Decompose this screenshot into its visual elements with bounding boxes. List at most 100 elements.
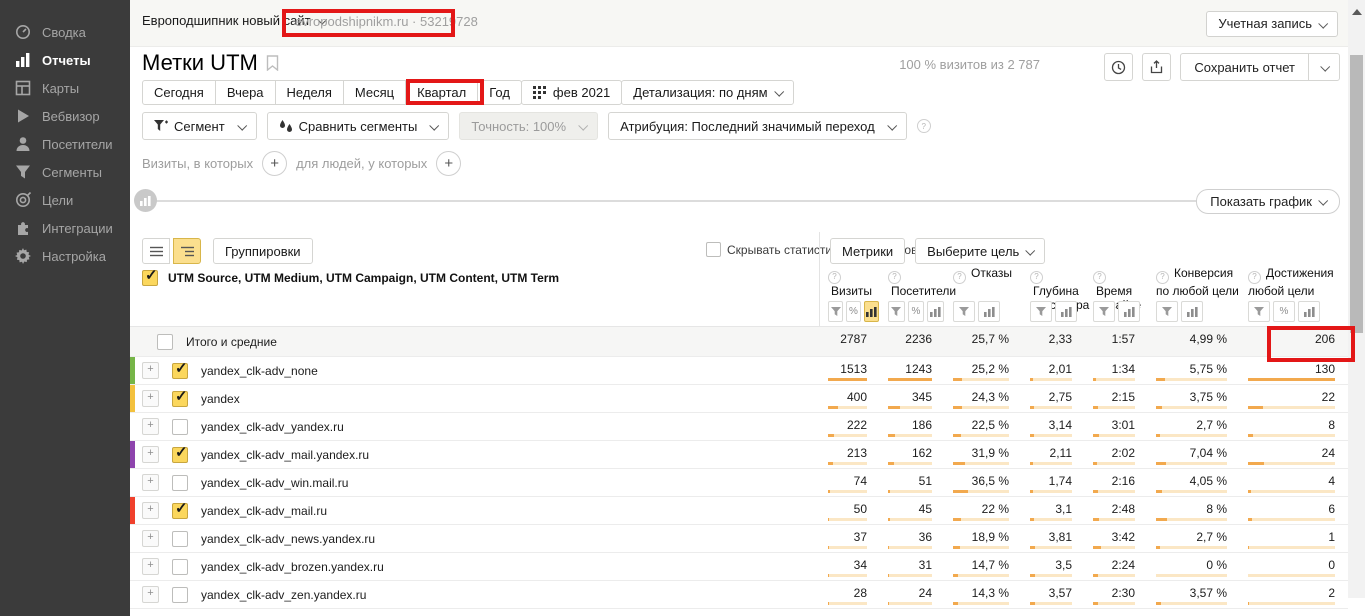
sidebar-item-dashboard[interactable]: Сводка	[0, 18, 130, 46]
row-checkbox[interactable]	[172, 363, 188, 379]
sidebar-item-goals[interactable]: Цели	[0, 186, 130, 214]
filter-tool-icon[interactable]	[828, 301, 843, 322]
period-button-4[interactable]: Месяц	[343, 80, 406, 105]
row-checkbox[interactable]	[172, 419, 188, 435]
chevron-down-icon	[774, 87, 784, 97]
expand-row-button[interactable]: +	[142, 418, 159, 435]
accuracy-button[interactable]: Точность: 100%	[459, 112, 598, 140]
filter-tool-icon[interactable]	[953, 301, 975, 322]
hide-unreliable-checkbox[interactable]	[706, 242, 721, 257]
metric-value: 7,04 %	[1190, 446, 1227, 460]
filter-tool-icon[interactable]	[1156, 301, 1178, 322]
attribution-label: Атрибуция: Последний значимый переход	[620, 119, 875, 134]
calendar-button[interactable]: фев 2021	[521, 80, 622, 105]
row-label: yandex_clk-adv_mail.yandex.ru	[201, 448, 369, 462]
row-checkbox[interactable]	[172, 503, 188, 519]
page-title: Метки UTM	[142, 50, 279, 76]
groupings-button[interactable]: Группировки	[213, 238, 313, 264]
account-button[interactable]: Учетная запись	[1206, 11, 1338, 37]
show-chart-button[interactable]: Показать график	[1196, 189, 1340, 214]
metric-bar-fill	[1093, 602, 1098, 605]
percent-tool-icon[interactable]: %	[846, 301, 861, 322]
period-button-6[interactable]: Год	[477, 80, 522, 105]
sidebar-item-reports[interactable]: Отчеты	[0, 46, 130, 74]
dimension-header-checkbox[interactable]	[142, 270, 158, 286]
metric-value: 1243	[905, 362, 932, 376]
row-checkbox[interactable]	[172, 447, 188, 463]
expand-row-button[interactable]: +	[142, 502, 159, 519]
sidebar-item-visitors[interactable]: Посетители	[0, 130, 130, 158]
filter-tool-icon[interactable]	[1093, 301, 1115, 322]
export-icon[interactable]	[1142, 53, 1171, 81]
add-people-filter-button[interactable]: +	[436, 151, 461, 176]
chart-tool-icon[interactable]	[864, 301, 879, 322]
row-dimension-cell: + yandex_clk-adv_mail.yandex.ru	[130, 441, 819, 468]
row-checkbox[interactable]	[172, 475, 188, 491]
metric-cell: 222	[819, 413, 879, 440]
period-button-1[interactable]: Сегодня	[142, 80, 216, 105]
percent-tool-icon[interactable]: %	[908, 301, 925, 322]
chart-tool-icon[interactable]	[1118, 301, 1140, 322]
bookmark-icon[interactable]	[266, 55, 279, 71]
detail-button[interactable]: Детализация: по дням	[621, 80, 793, 105]
scrollbar-thumb[interactable]	[1350, 55, 1363, 333]
filter-row: Визиты, в которых + для людей, у которых…	[142, 151, 461, 176]
metric-bar-track	[1093, 434, 1135, 437]
metric-cell: 4	[1239, 469, 1347, 496]
sidebar-item-webvisor[interactable]: Вебвизор	[0, 102, 130, 130]
add-visits-filter-button[interactable]: +	[262, 151, 287, 176]
history-icon[interactable]	[1104, 53, 1133, 81]
chart-slider-track[interactable]	[152, 200, 1247, 202]
metric-bar-fill	[1248, 462, 1264, 465]
chart-tool-icon[interactable]	[1181, 301, 1203, 322]
metric-bar-track	[1030, 490, 1072, 493]
chart-slider-handle[interactable]	[134, 189, 157, 212]
sidebar-item-segments[interactable]: Сегменты	[0, 158, 130, 186]
expand-row-button[interactable]: +	[142, 390, 159, 407]
goal-select-button[interactable]: Выберите цель	[915, 238, 1045, 264]
metric-value: 2,33	[1049, 332, 1072, 346]
segment-button[interactable]: Сегмент	[142, 112, 257, 140]
row-checkbox[interactable]	[172, 559, 188, 575]
expand-row-button[interactable]: +	[142, 474, 159, 491]
tree-view-button[interactable]	[173, 238, 201, 264]
row-checkbox[interactable]	[172, 531, 188, 547]
compare-segments-button[interactable]: Сравнить сегменты	[267, 112, 450, 140]
filter-tool-icon[interactable]	[1248, 301, 1270, 322]
chart-tool-icon[interactable]	[1055, 301, 1077, 322]
chart-tool-icon[interactable]	[1298, 301, 1320, 322]
expand-row-button[interactable]: +	[142, 362, 159, 379]
sidebar-item-settings[interactable]: Настройка	[0, 242, 130, 270]
expand-row-button[interactable]: +	[142, 558, 159, 575]
period-button-5[interactable]: Квартал	[405, 80, 478, 105]
attribution-button[interactable]: Атрибуция: Последний значимый переход	[608, 112, 907, 140]
sidebar-item-integrations[interactable]: Интеграции	[0, 214, 130, 242]
metric-cell: 5,75 %	[1147, 357, 1239, 384]
row-checkbox[interactable]	[157, 334, 173, 350]
metrics-button[interactable]: Метрики	[830, 238, 905, 264]
metric-bar-fill	[828, 518, 829, 521]
scroll-up-icon[interactable]	[1352, 9, 1362, 15]
save-report-dropdown[interactable]	[1308, 54, 1339, 80]
metric-value: 130	[1315, 362, 1335, 376]
help-icon[interactable]: ?	[917, 119, 931, 133]
period-button-3[interactable]: Неделя	[275, 80, 344, 105]
row-checkbox[interactable]	[172, 587, 188, 603]
filter-tool-icon[interactable]	[888, 301, 905, 322]
table-row: +yandex_clk-adv_brozen.yandex.ru343114,7…	[130, 553, 1348, 581]
vertical-scrollbar[interactable]	[1348, 0, 1365, 598]
period-button-2[interactable]: Вчера	[215, 80, 276, 105]
row-dimension-cell: +yandex_clk-adv_mail.ru	[130, 497, 819, 524]
chart-tool-icon[interactable]	[978, 301, 1000, 322]
metric-bar-track	[1248, 602, 1335, 605]
filter-tool-icon[interactable]	[1030, 301, 1052, 322]
chart-tool-icon[interactable]	[927, 301, 944, 322]
expand-row-button[interactable]: +	[142, 586, 159, 603]
percent-tool-icon[interactable]: %	[1273, 301, 1295, 322]
expand-row-button[interactable]: +	[142, 530, 159, 547]
expand-row-button[interactable]: +	[142, 446, 159, 463]
sidebar-item-maps[interactable]: Карты	[0, 74, 130, 102]
save-report-button[interactable]: Сохранить отчет	[1181, 54, 1308, 80]
row-checkbox[interactable]	[172, 391, 188, 407]
list-view-button[interactable]	[142, 238, 170, 264]
